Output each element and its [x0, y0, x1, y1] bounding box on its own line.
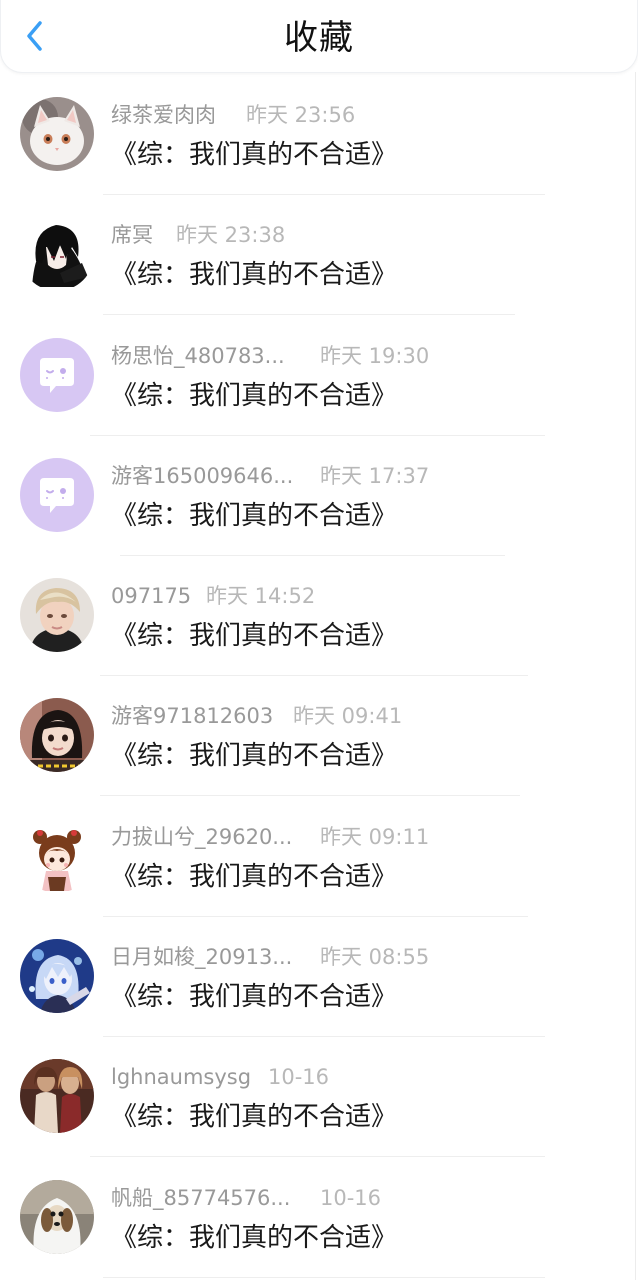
item-meta-line: 席冥 昨天 23:38	[111, 220, 285, 250]
book-title[interactable]: 《综：我们真的不合适》	[111, 138, 397, 172]
book-title[interactable]: 《综：我们真的不合适》	[111, 1221, 397, 1255]
favorites-list: 绿茶爱肉肉 昨天 23:56 《综：我们真的不合适》 席冥 昨天 23:38 《综：我们…	[0, 83, 636, 1286]
anime-dark-hair-avatar-image	[20, 217, 94, 292]
default-chat-bubble-avatar-image	[20, 457, 94, 532]
item-divider	[103, 1276, 545, 1278]
item-meta-line: 帆船_85774576... 10-16	[111, 1183, 381, 1213]
timestamp: 10-16	[320, 1185, 382, 1210]
chibi-girl-avatar-image	[20, 818, 94, 893]
user-avatar[interactable]	[20, 1059, 94, 1134]
item-meta-line: lghnaumsysg 10-16	[111, 1062, 329, 1092]
favorite-list-item[interactable]: 游客971812603 昨天 09:41 《综：我们真的不合适》	[0, 684, 636, 804]
item-meta-line: 力拔山兮_29620... 昨天 09:11	[111, 822, 429, 852]
user-avatar[interactable]	[20, 217, 94, 292]
username[interactable]: 杨思怡_480783...	[111, 341, 285, 371]
favorite-list-item[interactable]: 杨思怡_480783... 昨天 19:30 《综：我们真的不合适》	[0, 324, 636, 444]
timestamp: 昨天 23:56	[246, 103, 356, 127]
favorite-list-item[interactable]: 097175 昨天 14:52 《综：我们真的不合适》	[0, 564, 636, 684]
book-title[interactable]: 《综：我们真的不合适》	[111, 619, 397, 653]
timestamp: 昨天 14:52	[206, 584, 316, 609]
favorite-list-item[interactable]: lghnaumsysg 10-16 《综：我们真的不合适》	[0, 1045, 636, 1165]
item-divider	[100, 675, 528, 677]
item-meta-line: 游客971812603 昨天 09:41	[111, 701, 402, 731]
user-avatar[interactable]	[20, 1179, 94, 1254]
blue-anime-avatar-image	[20, 939, 94, 1014]
item-divider	[100, 795, 520, 797]
blond-person-avatar-image	[20, 578, 94, 653]
username[interactable]: 097175	[111, 581, 191, 611]
timestamp: 昨天 17:37	[320, 463, 430, 488]
username[interactable]: 帆船_85774576...	[111, 1183, 290, 1213]
timestamp: 昨天 09:41	[293, 704, 403, 729]
favorite-list-item[interactable]: 日月如梭_20913... 昨天 08:55 《综：我们真的不合适》	[0, 925, 636, 1045]
timestamp: 昨天 19:30	[320, 343, 430, 368]
favorite-list-item[interactable]: 帆船_85774576... 10-16 《综：我们真的不合适》	[0, 1166, 636, 1286]
girl-photo-avatar-image	[20, 698, 94, 773]
username[interactable]: 力拔山兮_29620...	[111, 822, 292, 852]
user-avatar[interactable]	[20, 939, 94, 1014]
item-meta-line: 绿茶爱肉肉 昨天 23:56	[111, 100, 355, 130]
item-divider	[103, 1036, 545, 1038]
timestamp: 10-16	[268, 1065, 330, 1090]
item-divider	[90, 1156, 545, 1158]
item-meta-line: 杨思怡_480783... 昨天 19:30	[111, 341, 429, 371]
book-title[interactable]: 《综：我们真的不合适》	[111, 860, 397, 894]
username[interactable]: 游客971812603	[111, 701, 273, 731]
ghost-dog-avatar-image	[20, 1179, 94, 1254]
book-title[interactable]: 《综：我们真的不合适》	[111, 499, 397, 533]
book-title[interactable]: 《综：我们真的不合适》	[111, 739, 397, 773]
favorite-list-item[interactable]: 绿茶爱肉肉 昨天 23:56 《综：我们真的不合适》	[0, 83, 636, 203]
item-divider	[103, 314, 515, 316]
item-divider	[103, 915, 528, 917]
book-title[interactable]: 《综：我们真的不合适》	[111, 980, 397, 1014]
user-avatar[interactable]	[20, 818, 94, 893]
username[interactable]: 绿茶爱肉肉	[111, 100, 216, 130]
user-avatar[interactable]	[20, 457, 94, 532]
user-avatar[interactable]	[20, 698, 94, 773]
timestamp: 昨天 23:38	[176, 223, 286, 248]
user-avatar[interactable]	[20, 578, 94, 653]
item-meta-line: 097175 昨天 14:52	[111, 581, 315, 611]
page-title: 收藏	[284, 18, 354, 58]
favorite-list-item[interactable]: 席冥 昨天 23:38 《综：我们真的不合适》	[0, 203, 636, 323]
book-title[interactable]: 《综：我们真的不合适》	[111, 258, 397, 292]
book-title[interactable]: 《综：我们真的不合适》	[111, 379, 397, 413]
top-navigation-bar: 收藏	[0, 0, 638, 73]
item-divider	[90, 434, 545, 436]
favorite-list-item[interactable]: 游客165009646... 昨天 17:37 《综：我们真的不合适》	[0, 444, 636, 564]
user-avatar[interactable]	[20, 337, 94, 412]
item-meta-line: 游客165009646... 昨天 17:37	[111, 461, 429, 491]
white-cat-avatar-image	[20, 97, 94, 171]
book-title[interactable]: 《综：我们真的不合适》	[111, 1100, 397, 1134]
default-chat-bubble-avatar-image	[20, 337, 94, 412]
two-women-avatar-image	[20, 1059, 94, 1134]
timestamp: 昨天 09:11	[320, 824, 430, 849]
item-divider	[103, 194, 545, 195]
favorite-list-item[interactable]: 力拔山兮_29620... 昨天 09:11 《综：我们真的不合适》	[0, 805, 636, 925]
username[interactable]: 席冥	[111, 220, 153, 250]
user-avatar[interactable]	[20, 97, 94, 171]
username[interactable]: 游客165009646...	[111, 461, 293, 491]
timestamp: 昨天 08:55	[320, 945, 430, 970]
item-meta-line: 日月如梭_20913... 昨天 08:55	[111, 942, 429, 972]
username[interactable]: lghnaumsysg	[111, 1062, 251, 1092]
item-divider	[120, 554, 505, 556]
username[interactable]: 日月如梭_20913...	[111, 942, 292, 972]
